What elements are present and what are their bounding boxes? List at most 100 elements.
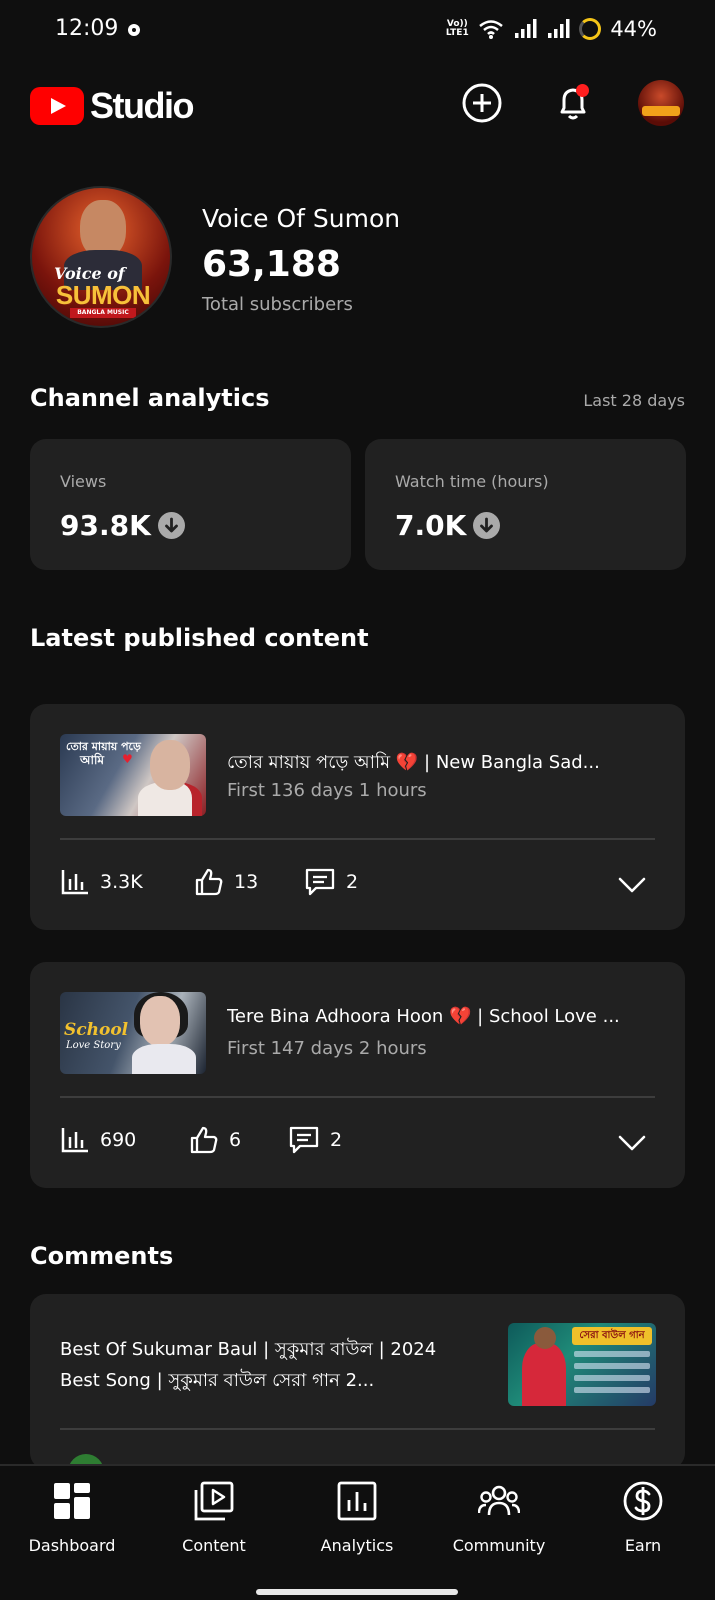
- comment-card[interactable]: Best Of Sukumar Baul | সুকুমার বাউল | 20…: [30, 1294, 685, 1469]
- views-metric: 690: [60, 1125, 136, 1155]
- thumbnail-line: [574, 1387, 650, 1393]
- studio-logo[interactable]: Studio: [30, 85, 194, 127]
- nav-earn[interactable]: Earn: [578, 1480, 708, 1555]
- likes-count: 13: [234, 871, 259, 893]
- thumbnail-figure: [132, 1044, 196, 1074]
- analytics-section-title: Channel analytics: [30, 384, 270, 412]
- content-icon: [194, 1481, 234, 1521]
- chevron-down-icon: [618, 877, 646, 893]
- status-indicator-icon: [128, 24, 140, 36]
- nav-label: Content: [182, 1536, 246, 1555]
- logo-text: Studio: [90, 85, 194, 126]
- thumbs-up-icon: [195, 868, 223, 896]
- nav-label: Community: [452, 1536, 546, 1555]
- likes-count: 6: [229, 1129, 242, 1151]
- divider: [60, 838, 655, 840]
- notifications-button[interactable]: [550, 80, 596, 126]
- account-avatar[interactable]: [638, 80, 684, 126]
- views-value: 93.8K: [60, 509, 151, 542]
- analytics-period: Last 28 days: [583, 391, 685, 410]
- subscriber-count: 63,188: [202, 244, 341, 285]
- thumbnail-text-2: আমি: [80, 753, 105, 767]
- signal-icon-2: [548, 19, 570, 38]
- comment-icon: [305, 868, 335, 896]
- wifi-icon: [479, 20, 504, 39]
- latest-section-title: Latest published content: [30, 624, 369, 652]
- comments-metric: 2: [304, 867, 358, 897]
- battery-icon: [579, 18, 602, 40]
- thumbnail-face: [150, 740, 190, 790]
- divider: [60, 1096, 655, 1098]
- video-period: First 136 days 1 hours: [227, 780, 427, 801]
- comment-video-title[interactable]: Best Of Sukumar Baul | সুকুমার বাউল | 20…: [60, 1334, 480, 1396]
- comments-section-title: Comments: [30, 1242, 174, 1270]
- video-thumbnail[interactable]: তোর মায়ায় পড়ে আমি ♥: [60, 734, 206, 816]
- thumbnail-text: School: [64, 1020, 129, 1040]
- watch-time-label: Watch time (hours): [395, 472, 549, 491]
- watch-time-card[interactable]: Watch time (hours) 7.0K: [365, 439, 686, 570]
- analytics-bars-icon: [61, 870, 88, 895]
- watch-time-value: 7.0K: [395, 509, 467, 542]
- thumbs-up-icon: [190, 1126, 218, 1154]
- trend-down-icon: [157, 512, 185, 539]
- channel-avatar[interactable]: Voice of SUMON BANGLA MUSIC: [30, 186, 172, 328]
- status-icons: Vo)) LTE1 44%: [445, 14, 657, 44]
- comments-count: 2: [330, 1129, 343, 1151]
- avatar-logo-tag: BANGLA MUSIC: [70, 308, 136, 318]
- comment-icon: [289, 1126, 319, 1154]
- analytics-bars-icon: [61, 1128, 88, 1153]
- thumbnail-face: [534, 1327, 556, 1349]
- video-title[interactable]: তোর মায়ায় পড়ে আমি 💔 | New Bangla Sad.…: [227, 748, 657, 779]
- thumbnail-figure: [522, 1343, 566, 1406]
- avatar-band: [642, 106, 680, 116]
- views-value-row: 93.8K: [60, 509, 185, 542]
- dashboard-icon: [54, 1483, 90, 1519]
- app-header: Studio: [0, 68, 715, 138]
- bottom-nav: Dashboard Content Analytics Community Ea…: [0, 1464, 715, 1600]
- expand-button[interactable]: [616, 869, 648, 901]
- home-indicator[interactable]: [256, 1589, 458, 1595]
- views-count: 3.3K: [100, 871, 143, 893]
- likes-metric: 13: [194, 867, 258, 897]
- thumbnail-line: [574, 1363, 650, 1369]
- nav-dashboard[interactable]: Dashboard: [7, 1480, 137, 1555]
- create-plus-icon: [462, 83, 502, 123]
- video-thumbnail[interactable]: School Love Story: [60, 992, 206, 1074]
- community-icon: [477, 1485, 521, 1516]
- views-metric: 3.3K: [60, 867, 143, 897]
- thumbnail-line: [574, 1375, 650, 1381]
- analytics-icon: [337, 1481, 377, 1521]
- comments-metric: 2: [288, 1125, 342, 1155]
- views-label: Views: [60, 472, 107, 491]
- channel-name: Voice Of Sumon: [202, 204, 401, 233]
- thumbnail-text-2: Love Story: [66, 1040, 121, 1051]
- trend-down-icon: [473, 512, 501, 539]
- nav-label: Analytics: [320, 1536, 394, 1555]
- notification-bell-icon: [560, 88, 586, 120]
- nav-label: Earn: [624, 1536, 662, 1555]
- divider: [60, 1428, 655, 1430]
- status-bar: 12:09 Vo)) LTE1 44%: [0, 0, 715, 58]
- likes-metric: 6: [189, 1125, 241, 1155]
- content-card[interactable]: তোর মায়ায় পড়ে আমি ♥ তোর মায়ায় পড়ে …: [30, 704, 685, 930]
- nav-content[interactable]: Content: [149, 1480, 279, 1555]
- watch-time-value-row: 7.0K: [395, 509, 501, 542]
- nav-community[interactable]: Community: [434, 1480, 564, 1555]
- thumbnail-line: [574, 1351, 650, 1357]
- notification-badge: [576, 84, 589, 97]
- video-period: First 147 days 2 hours: [227, 1038, 427, 1059]
- comments-count: 2: [346, 871, 359, 893]
- volte-icon: Vo)) LTE1: [445, 19, 469, 38]
- thumbnail-face: [140, 996, 180, 1046]
- views-card[interactable]: Views 93.8K: [30, 439, 351, 570]
- content-card[interactable]: School Love Story Tere Bina Adhoora Hoon…: [30, 962, 685, 1188]
- subscriber-label: Total subscribers: [202, 294, 353, 315]
- video-title[interactable]: Tere Bina Adhoora Hoon 💔 | School Love .…: [227, 1006, 657, 1027]
- youtube-play-logo-icon: [30, 87, 84, 125]
- chevron-down-icon: [618, 1135, 646, 1151]
- signal-icon: [515, 19, 537, 38]
- expand-button[interactable]: [616, 1127, 648, 1159]
- comment-video-thumbnail[interactable]: সেরা বাউল গান: [508, 1323, 656, 1406]
- nav-analytics[interactable]: Analytics: [292, 1480, 422, 1555]
- create-button[interactable]: [459, 80, 505, 126]
